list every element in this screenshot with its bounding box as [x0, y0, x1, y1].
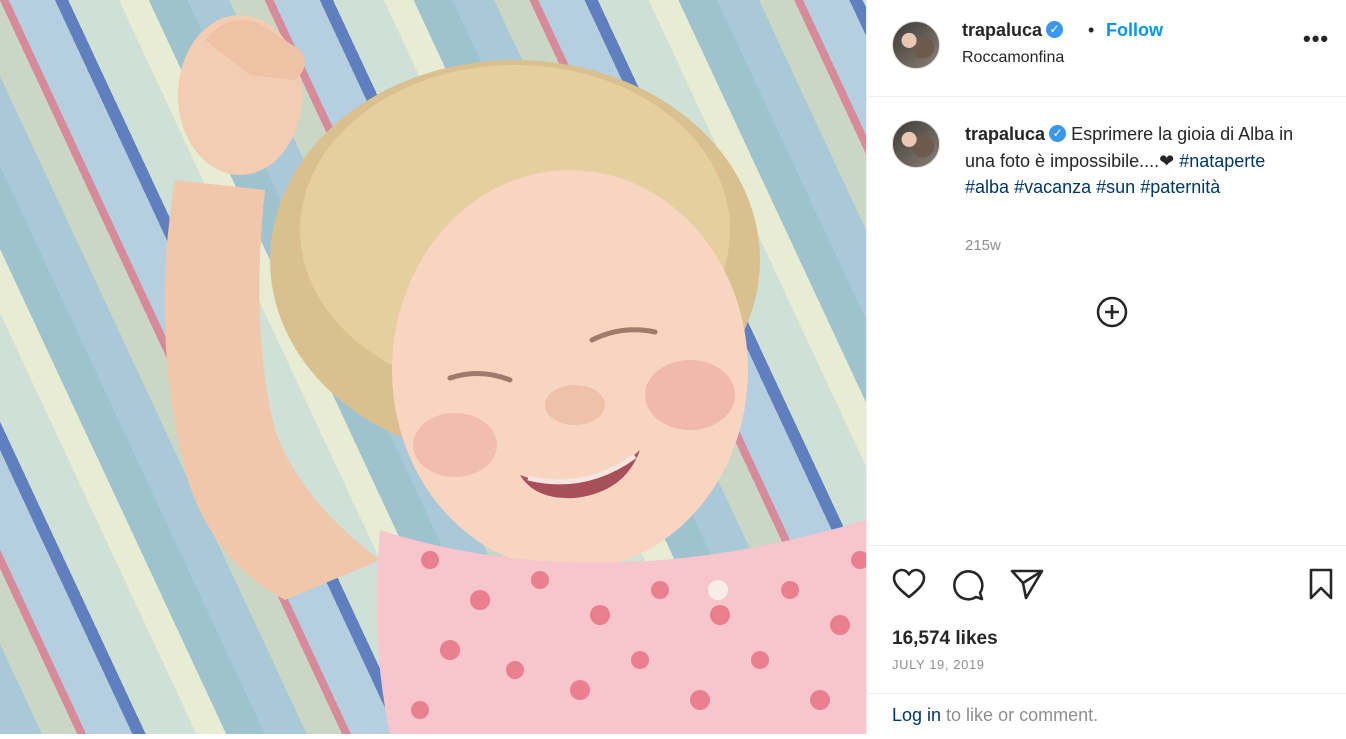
post-date[interactable]: JULY 19, 2019 — [892, 657, 985, 672]
bookmark-icon — [1309, 568, 1333, 600]
more-options-icon[interactable]: ••• — [1303, 26, 1329, 52]
caption-username[interactable]: trapaluca — [965, 124, 1045, 144]
post-header: trapaluca ✓ • Follow Roccamonfina ••• — [867, 0, 1346, 97]
caption-verified-badge-icon: ✓ — [1049, 124, 1067, 142]
load-more-comments-button[interactable] — [1096, 296, 1128, 328]
author-avatar[interactable] — [892, 21, 940, 69]
hashtag-link[interactable]: #sun — [1096, 177, 1135, 197]
post-photo-illustration — [164, 15, 866, 734]
login-link[interactable]: Log in — [892, 705, 941, 725]
follow-button[interactable]: Follow — [1106, 20, 1163, 41]
comment-button[interactable] — [949, 566, 985, 602]
hashtag-link[interactable]: #alba — [965, 177, 1009, 197]
post-caption: trapaluca ✓ Esprimere la gioia di Alba in… — [965, 121, 1295, 201]
caption-author-avatar[interactable] — [892, 120, 940, 168]
post-actions: 16,574 likes JULY 19, 2019 Log in to lik… — [867, 545, 1346, 736]
heart-icon — [892, 568, 926, 599]
author-username-text[interactable]: trapaluca — [962, 20, 1042, 40]
plus-circle-icon — [1096, 296, 1128, 328]
save-button[interactable] — [1303, 566, 1339, 602]
comment-bubble-icon — [953, 570, 984, 601]
login-prompt: Log in to like or comment. — [867, 693, 1346, 739]
hashtag-link[interactable]: #nataperte — [1179, 151, 1265, 171]
caption-age: 215w — [965, 237, 1001, 254]
paper-plane-icon — [1010, 569, 1044, 600]
verified-badge-icon: ✓ — [1046, 20, 1064, 38]
login-prompt-rest: to like or comment. — [941, 705, 1099, 725]
location-link[interactable]: Roccamonfina — [962, 49, 1064, 67]
login-prompt-text: Log in to like or comment. — [892, 705, 1098, 726]
post-photo[interactable] — [0, 0, 866, 734]
like-button[interactable] — [891, 566, 927, 602]
likes-count[interactable]: 16,574 likes — [892, 628, 998, 650]
hashtag-link[interactable]: #paternità — [1140, 177, 1220, 197]
author-username[interactable]: trapaluca ✓ — [962, 20, 1064, 41]
share-button[interactable] — [1009, 566, 1045, 602]
hashtag-link[interactable]: #vacanza — [1014, 177, 1091, 197]
separator-dot: • — [1088, 20, 1095, 40]
post-side-panel: trapaluca ✓ • Follow Roccamonfina ••• tra… — [866, 0, 1346, 734]
